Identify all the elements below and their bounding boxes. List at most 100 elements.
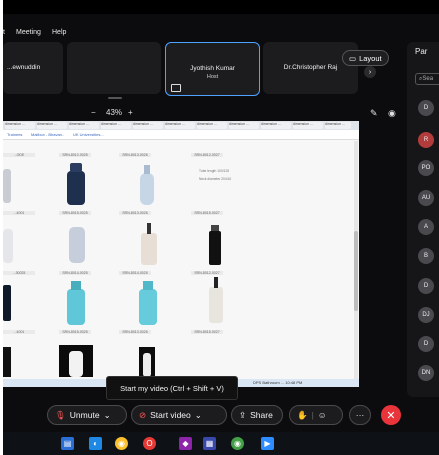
product-caption: SRN-8013-0026 (119, 153, 151, 157)
browser-tab[interactable]: dimension ... (261, 122, 291, 129)
browser-tab[interactable]: dimension ... (165, 122, 195, 129)
bottle-image (147, 223, 151, 234)
participant-avatar[interactable]: D (418, 278, 434, 294)
participant-role: Host (206, 74, 219, 80)
product-grid (3, 163, 223, 377)
menu-item-partial[interactable]: t (3, 29, 5, 36)
photos-icon[interactable]: ▦ (203, 437, 216, 450)
zoom-out-button[interactable]: − (91, 108, 96, 117)
share-button[interactable]: ⇪ Share (231, 405, 283, 425)
product-caption: SRN-8012-0025 (59, 153, 91, 157)
participant-name: Dr.Christopher Raj (283, 64, 338, 71)
layout-icon: ▭ (349, 53, 357, 63)
bottle-image (211, 225, 219, 231)
unmute-label: Unmute (69, 410, 100, 420)
shared-screen: dimension ... dimension ... dimension ..… (3, 121, 359, 387)
bottle-image (3, 229, 13, 263)
product-caption: ...ODE (3, 153, 35, 157)
bottle-image (209, 231, 221, 265)
participants-panel: Par ⌕ Sea D R PO AU A B D DJ D DN (407, 42, 439, 397)
settings-icon[interactable]: ◉ (388, 108, 396, 119)
bottle-image (70, 163, 82, 172)
title-bar (3, 0, 439, 14)
opera-icon[interactable]: O (143, 437, 156, 450)
bottle-image (141, 233, 157, 265)
participant-name: ...ewnuddin (7, 64, 41, 71)
zoom-level: 43% (106, 108, 123, 117)
start-video-button[interactable]: ⊘ Start video ⌄ (131, 405, 227, 425)
bottle-image (139, 289, 157, 325)
reactions-button[interactable]: ✋ | ☺ (289, 405, 343, 425)
bottle-image (67, 289, 85, 325)
bottle-image (144, 165, 150, 174)
drag-handle[interactable] (108, 97, 122, 99)
bottle-image (140, 173, 154, 205)
bottle-image (67, 171, 85, 205)
participant-tile[interactable]: Dr.Christopher Raj (263, 42, 358, 94)
app-icon[interactable]: ◆ (179, 437, 192, 450)
chrome-profile-icon[interactable]: ◉ (231, 437, 244, 450)
bookmark[interactable]: Trainees (7, 132, 22, 137)
bottle-image (3, 169, 11, 203)
emoji-icon: ☺ (317, 410, 327, 420)
participant-avatar[interactable]: DN (418, 365, 434, 381)
unmute-button[interactable]: 🎙︎ Unmute ⌄ (47, 405, 127, 425)
participant-avatar[interactable]: PO (418, 160, 434, 176)
zoom-in-button[interactable]: + (128, 108, 133, 117)
start-video-label: Start video (150, 410, 191, 420)
browser-tab[interactable]: dimension ... (5, 122, 35, 129)
bottle-image (69, 227, 85, 263)
chevron-down-icon[interactable]: ⌄ (195, 410, 202, 421)
participant-tile[interactable]: ...ewnuddin (3, 42, 63, 94)
layout-button[interactable]: ▭ Layout (342, 50, 389, 66)
participant-avatar[interactable]: A (418, 219, 434, 235)
browser-tab[interactable]: dimension ... (37, 122, 67, 129)
screen-share-icon (171, 84, 181, 92)
product-caption: SRN-8012-0027 (191, 153, 223, 157)
share-icon: ⇪ (239, 409, 247, 420)
participant-tile-active[interactable]: Jyothish Kumar Host (165, 42, 260, 96)
bottle-image (209, 287, 223, 323)
browser-tab[interactable]: dimension ... (69, 122, 99, 129)
panel-title: Par (415, 47, 428, 56)
participant-avatar[interactable]: R (418, 132, 434, 148)
participant-avatar[interactable]: AU (418, 190, 434, 206)
browser-edge-icon[interactable]: ◐ (89, 437, 102, 450)
chevron-right-icon[interactable]: › (364, 66, 376, 78)
zoom-app-icon[interactable]: ▶ (261, 437, 274, 450)
chrome-icon[interactable]: ◉ (115, 437, 128, 450)
menu-help[interactable]: Help (52, 29, 66, 36)
participant-avatar[interactable]: DJ (418, 307, 434, 323)
layout-label: Layout (359, 53, 382, 63)
file-explorer-icon[interactable]: ▤ (61, 437, 74, 450)
bottle-image (3, 285, 11, 321)
participant-avatar[interactable]: D (418, 100, 434, 116)
browser-tab[interactable]: dimension ... (293, 122, 323, 129)
more-button[interactable]: ··· (349, 405, 371, 425)
hand-icon: ✋ (297, 409, 308, 420)
bookmark[interactable]: UK Universities... (73, 132, 104, 137)
browser-tabs: dimension ... dimension ... dimension ..… (3, 121, 359, 130)
bottle-image (214, 277, 218, 288)
browser-tab[interactable]: dimension ... (325, 122, 351, 129)
search-placeholder: Sea (422, 76, 434, 82)
browser-tab[interactable]: dimension ... (229, 122, 259, 129)
browser-tab[interactable]: dimension ... (133, 122, 163, 129)
participant-tile[interactable] (67, 42, 161, 94)
bottle-image (71, 281, 81, 290)
participant-avatar[interactable]: D (418, 336, 434, 352)
browser-tab[interactable]: dimension ... (101, 122, 131, 129)
participant-search-input[interactable]: ⌕ Sea (415, 73, 439, 85)
bottle-image (143, 353, 151, 377)
end-call-button[interactable]: ✕ (381, 405, 401, 425)
browser-tab[interactable]: dimension ... (197, 122, 227, 129)
chevron-down-icon[interactable]: ⌄ (104, 410, 111, 421)
pen-icon[interactable]: ✎ (370, 108, 378, 119)
bookmark[interactable]: Mailbox - Bhavan.. (31, 132, 64, 137)
shared-taskbar-status: DPS Bathroom ... 10:48 PM (253, 380, 303, 385)
start-video-tooltip: Start my video (Ctrl + Shift + V) (106, 376, 238, 400)
share-label: Share (250, 410, 273, 420)
participant-avatar[interactable]: B (418, 248, 434, 264)
menu-meeting[interactable]: Meeting (16, 29, 41, 36)
scrollbar-thumb[interactable] (354, 231, 358, 311)
